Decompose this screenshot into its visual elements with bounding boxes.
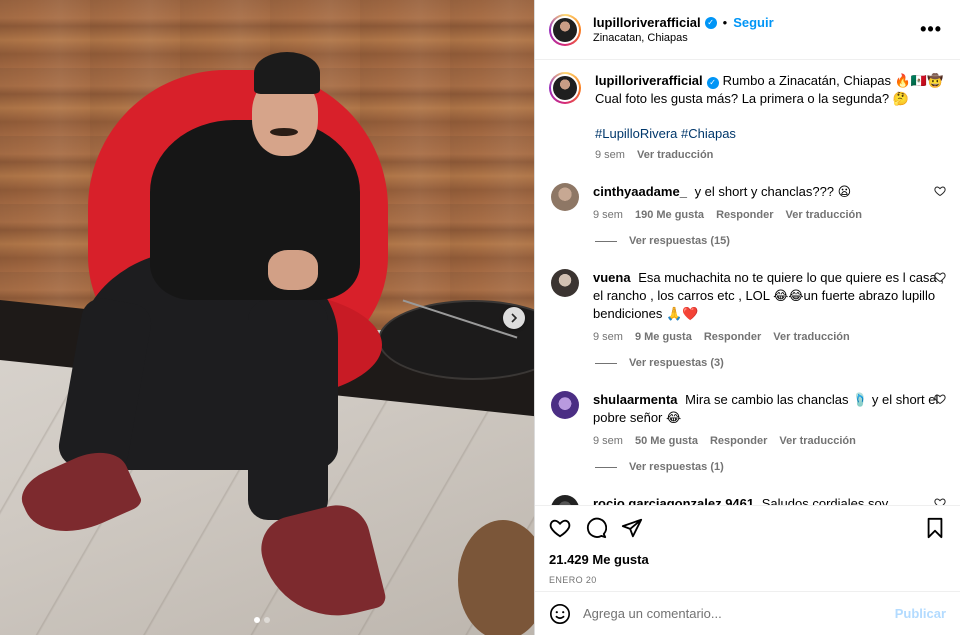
publish-button[interactable]: Publicar [895, 606, 946, 621]
comment-like-heart-icon[interactable] [934, 393, 946, 405]
author-avatar[interactable] [549, 13, 581, 46]
comment-reply-button[interactable]: Responder [716, 209, 773, 221]
view-replies-button[interactable]: Ver respuestas (15) [595, 235, 946, 247]
verified-badge-icon: ✓ [706, 77, 719, 89]
author-username[interactable]: lupilloriverafficial [593, 15, 701, 30]
comment-like-heart-icon[interactable] [934, 185, 946, 197]
comment-likes[interactable]: 9 Me gusta [635, 331, 692, 343]
caption-hashtags[interactable]: #LupilloRivera #Chiapas [595, 126, 946, 141]
add-comment-bar: Publicar [535, 591, 960, 635]
comment-like-heart-icon[interactable] [934, 271, 946, 283]
comment-username[interactable]: vuena [593, 270, 631, 285]
comment-item: shulaarmenta Mira se cambio las chanclas… [549, 391, 946, 447]
follow-button[interactable]: Seguir [733, 15, 773, 30]
post-modal: lupilloriverafficial ✓ • Seguir Zinacata… [0, 0, 960, 635]
comment-item: rocio.garciagonzalez.9461 Saludos cordia… [549, 495, 946, 505]
commenter-avatar[interactable] [551, 269, 579, 297]
post-location[interactable]: Zinacatan, Chiapas [593, 32, 916, 44]
emoji-smiley-icon[interactable] [549, 603, 571, 625]
comment-reply-button[interactable]: Responder [710, 435, 767, 447]
comment-translate-link[interactable]: Ver traducción [786, 209, 862, 221]
comment-likes[interactable]: 190 Me gusta [635, 209, 704, 221]
verified-badge-icon: ✓ [704, 16, 717, 29]
paper-plane-icon[interactable] [621, 517, 643, 539]
carousel-dots [254, 617, 270, 623]
comment-time: 9 sem [593, 435, 623, 447]
chevron-right-icon [511, 313, 518, 323]
comment-like-heart-icon[interactable] [934, 497, 946, 505]
carousel-next-button[interactable] [503, 307, 525, 329]
view-replies-button[interactable]: Ver respuestas (3) [595, 357, 946, 369]
comment-reply-button[interactable]: Responder [704, 331, 761, 343]
comment-text: Esa muchachita no te quiere lo que quier… [593, 270, 944, 321]
post-date: ENERO 20 [549, 575, 597, 585]
more-options-icon[interactable]: ••• [916, 19, 946, 40]
post-side-panel: lupilloriverafficial ✓ • Seguir Zinacata… [534, 0, 960, 635]
commenter-avatar[interactable] [551, 183, 579, 211]
comment-bubble-icon[interactable] [585, 517, 607, 539]
post-actions: 21.429 Me gusta ENERO 20 [535, 505, 960, 591]
comment-translate-link[interactable]: Ver traducción [779, 435, 855, 447]
caption-translate-link[interactable]: Ver traducción [637, 149, 713, 161]
caption: lupilloriverafficial ✓ Rumbo a Zinacatán, … [549, 72, 946, 161]
comment-input[interactable] [583, 606, 883, 621]
carousel-dot-2 [264, 617, 270, 623]
likes-count[interactable]: 21.429 Me gusta [549, 552, 946, 567]
heart-icon[interactable] [549, 517, 571, 539]
caption-username[interactable]: lupilloriverafficial [595, 73, 703, 88]
comments-feed[interactable]: lupilloriverafficial ✓ Rumbo a Zinacatán, … [535, 60, 960, 505]
carousel-dot-1 [254, 617, 260, 623]
comment-username[interactable]: cinthyaadame_ [593, 184, 687, 199]
commenter-avatar[interactable] [551, 495, 579, 505]
bookmark-icon[interactable] [924, 517, 946, 539]
comment-time: 9 sem [593, 331, 623, 343]
caption-time: 9 sem [595, 149, 625, 161]
comment-item: cinthyaadame_ y el short y chanclas??? 😦… [549, 183, 946, 221]
comment-time: 9 sem [593, 209, 623, 221]
commenter-avatar[interactable] [551, 391, 579, 419]
view-replies-button[interactable]: Ver respuestas (1) [595, 461, 946, 473]
comment-username[interactable]: rocio.garciagonzalez.9461 [593, 496, 754, 505]
post-header: lupilloriverafficial ✓ • Seguir Zinacata… [535, 0, 960, 60]
caption-avatar[interactable] [549, 72, 581, 104]
post-photo[interactable] [0, 0, 534, 635]
comment-likes[interactable]: 50 Me gusta [635, 435, 698, 447]
person-cap [254, 52, 320, 94]
comment-item: vuena Esa muchachita no te quiere lo que… [549, 269, 946, 343]
person-coat [150, 120, 360, 300]
comment-text: y el short y chanclas??? 😦 [694, 184, 852, 199]
comment-translate-link[interactable]: Ver traducción [773, 331, 849, 343]
comment-username[interactable]: shulaarmenta [593, 392, 678, 407]
